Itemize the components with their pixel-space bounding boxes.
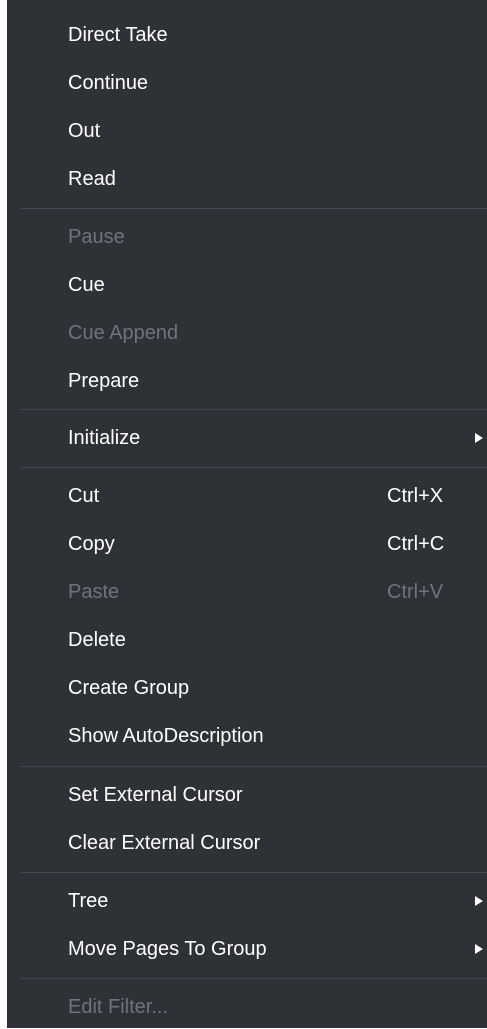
menu-item-label: Tree bbox=[68, 890, 109, 912]
menu-item-label: Copy bbox=[68, 533, 115, 555]
menu-item-label: Set External Cursor bbox=[68, 784, 243, 806]
menu-item-create-group[interactable]: Create Group bbox=[7, 666, 487, 710]
menu-item-continue[interactable]: Continue bbox=[7, 61, 487, 105]
menu-item-copy[interactable]: Copy Ctrl+C bbox=[7, 522, 487, 566]
menu-item-label: Cue bbox=[68, 274, 105, 296]
menu-item-label: Move Pages To Group bbox=[68, 938, 267, 960]
menu-item-show-autodescription[interactable]: Show AutoDescription bbox=[7, 714, 487, 758]
menu-item-label: Initialize bbox=[68, 427, 141, 449]
menu-item-read[interactable]: Read bbox=[7, 157, 487, 201]
menu-item-set-external-cursor[interactable]: Set External Cursor bbox=[7, 773, 487, 817]
menu-item-label: Cut bbox=[68, 485, 100, 507]
menu-item-pause: Pause bbox=[7, 215, 487, 259]
menu-item-prepare[interactable]: Prepare bbox=[7, 359, 487, 403]
menu-item-edit-filter: Edit Filter... bbox=[7, 985, 487, 1029]
context-menu: Direct Take Continue Out Read Pause Cue … bbox=[7, 0, 487, 1028]
menu-item-label: Continue bbox=[68, 72, 149, 94]
menu-item-paste: Paste Ctrl+V bbox=[7, 570, 487, 614]
menu-item-label: Cue Append bbox=[68, 322, 179, 344]
menu-item-initialize[interactable]: Initialize bbox=[7, 416, 487, 460]
menu-separator bbox=[20, 208, 487, 209]
submenu-arrow-icon bbox=[475, 433, 483, 443]
menu-item-cue-append: Cue Append bbox=[7, 311, 487, 355]
menu-item-label: Show AutoDescription bbox=[68, 725, 264, 747]
menu-item-label: Edit Filter... bbox=[68, 996, 169, 1018]
menu-item-delete[interactable]: Delete bbox=[7, 618, 487, 662]
menu-item-label: Read bbox=[68, 168, 116, 190]
submenu-arrow-icon bbox=[475, 896, 483, 906]
menu-item-move-pages-to-group[interactable]: Move Pages To Group bbox=[7, 927, 487, 971]
menu-item-cue[interactable]: Cue bbox=[7, 263, 487, 307]
menu-item-label: Clear External Cursor bbox=[68, 832, 261, 854]
menu-item-label: Paste bbox=[68, 581, 120, 603]
submenu-arrow-icon bbox=[475, 944, 483, 954]
menu-item-shortcut: Ctrl+V bbox=[387, 581, 444, 603]
menu-separator bbox=[20, 978, 487, 979]
menu-item-out[interactable]: Out bbox=[7, 109, 487, 153]
menu-separator bbox=[20, 766, 487, 767]
menu-item-shortcut: Ctrl+C bbox=[387, 533, 445, 555]
menu-item-tree[interactable]: Tree bbox=[7, 879, 487, 923]
menu-separator bbox=[20, 409, 487, 410]
menu-item-clear-external-cursor[interactable]: Clear External Cursor bbox=[7, 821, 487, 865]
menu-item-shortcut: Ctrl+X bbox=[387, 485, 444, 507]
menu-separator bbox=[20, 467, 487, 468]
menu-item-label: Create Group bbox=[68, 677, 190, 699]
menu-item-label: Pause bbox=[68, 226, 125, 248]
menu-item-cut[interactable]: Cut Ctrl+X bbox=[7, 474, 487, 518]
menu-item-direct-take[interactable]: Direct Take bbox=[7, 13, 487, 57]
menu-item-label: Delete bbox=[68, 629, 126, 651]
menu-item-label: Direct Take bbox=[68, 24, 168, 46]
menu-item-label: Out bbox=[68, 120, 101, 142]
menu-separator bbox=[20, 872, 487, 873]
menu-item-label: Prepare bbox=[68, 370, 140, 392]
